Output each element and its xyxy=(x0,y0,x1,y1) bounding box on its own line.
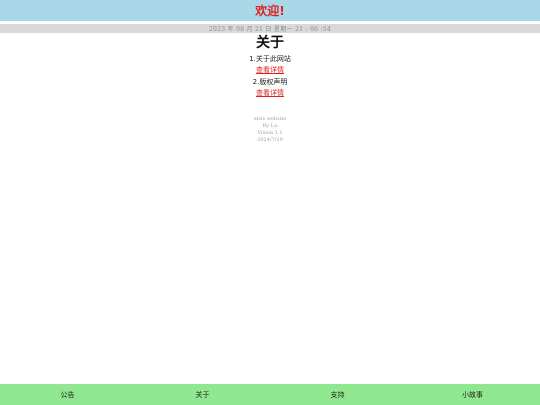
page-title: 关于 xyxy=(256,35,284,51)
main-content: 关于 1.关于此网站 查看详情 2.版权声明 查看详情 xyxy=(0,34,540,99)
welcome-title: 欢迎! xyxy=(255,4,285,18)
version: Vision 1.1 xyxy=(257,130,283,136)
date-bar: 2023 年 08 月 21 日 星期一 21 : 06 :54 xyxy=(0,24,540,33)
release-date: 2024/7/19 xyxy=(257,137,283,143)
about-site-details-link[interactable]: 查看详情 xyxy=(256,65,284,76)
nav-item-support[interactable]: 支持 xyxy=(270,390,405,400)
site-info: elsis website By Lu Vision 1.1 2024/7/19 xyxy=(0,116,540,144)
bottom-nav: 公告 关于 支持 小故事 xyxy=(0,384,540,405)
section-about-site-heading: 1.关于此网站 xyxy=(249,55,291,63)
datetime-text: 2023 年 08 月 21 日 星期一 21 : 06 :54 xyxy=(208,26,332,33)
section-copyright-heading: 2.版权声明 xyxy=(252,78,288,86)
nav-item-about[interactable]: 关于 xyxy=(135,390,270,400)
top-banner: 欢迎! xyxy=(0,0,540,21)
site-name: elsis website xyxy=(253,116,287,122)
nav-item-announcement[interactable]: 公告 xyxy=(0,390,135,400)
nav-item-stories[interactable]: 小故事 xyxy=(405,390,540,400)
copyright-details-link[interactable]: 查看详情 xyxy=(256,88,284,99)
author: By Lu xyxy=(262,123,278,129)
